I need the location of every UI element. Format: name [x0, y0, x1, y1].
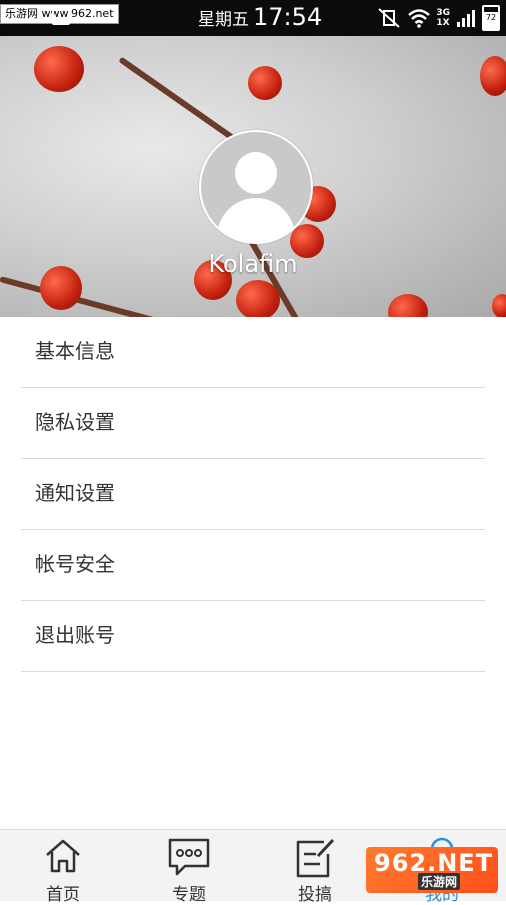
nav-topics-label: 专题 [172, 885, 206, 905]
network-type: 3G 1X [436, 8, 450, 28]
menu-item-label: 通知设置 [35, 481, 115, 505]
network-1x: 1X [436, 18, 450, 28]
menu-item-privacy-settings[interactable]: 隐私设置 [21, 388, 485, 459]
notification-icon [52, 7, 70, 25]
menu-item-label: 隐私设置 [35, 410, 115, 434]
nav-submit-label: 投搞 [298, 885, 332, 905]
nav-home[interactable]: 首页 [13, 830, 113, 905]
menu-item-label: 帐号安全 [35, 552, 115, 576]
status-icons: 3G 1X 72 [376, 5, 500, 31]
menu-item-logout[interactable]: 退出账号 [21, 601, 485, 672]
home-icon [46, 839, 80, 873]
menu-item-label: 退出账号 [35, 623, 115, 647]
network-3g: 3G [436, 8, 450, 18]
menu-item-basic-info[interactable]: 基本信息 [21, 317, 485, 388]
edit-icon [296, 838, 335, 878]
profile-header: Kolafim [0, 36, 506, 317]
status-bar: 乐游网 www.962.net 星期五 17:54 3G 1X 72 [0, 0, 506, 36]
wifi-icon [408, 9, 431, 28]
signal-icon [457, 10, 475, 27]
weekday: 星期五 [198, 10, 249, 30]
avatar[interactable] [199, 130, 313, 244]
menu-item-notification-settings[interactable]: 通知设置 [21, 459, 485, 530]
username: Kolafim [208, 250, 298, 278]
silent-vibrate-icon [378, 8, 401, 28]
nav-submit[interactable]: 投搞 [265, 830, 365, 905]
settings-menu: 基本信息 隐私设置 通知设置 帐号安全 退出账号 [0, 317, 506, 672]
battery-level: 72 [485, 13, 497, 22]
nav-home-label: 首页 [46, 885, 80, 905]
menu-item-label: 基本信息 [35, 339, 115, 363]
watermark-logo: 962.NET 乐游网 [366, 847, 498, 893]
chat-bubble-icon [168, 838, 210, 876]
nav-topics[interactable]: 专题 [139, 830, 239, 905]
menu-item-account-security[interactable]: 帐号安全 [21, 530, 485, 601]
time: 17:54 [253, 3, 323, 31]
battery-icon: 72 [482, 5, 500, 31]
clock: 星期五 17:54 [198, 3, 322, 33]
watermark-logo-small: 乐游网 [418, 873, 461, 890]
